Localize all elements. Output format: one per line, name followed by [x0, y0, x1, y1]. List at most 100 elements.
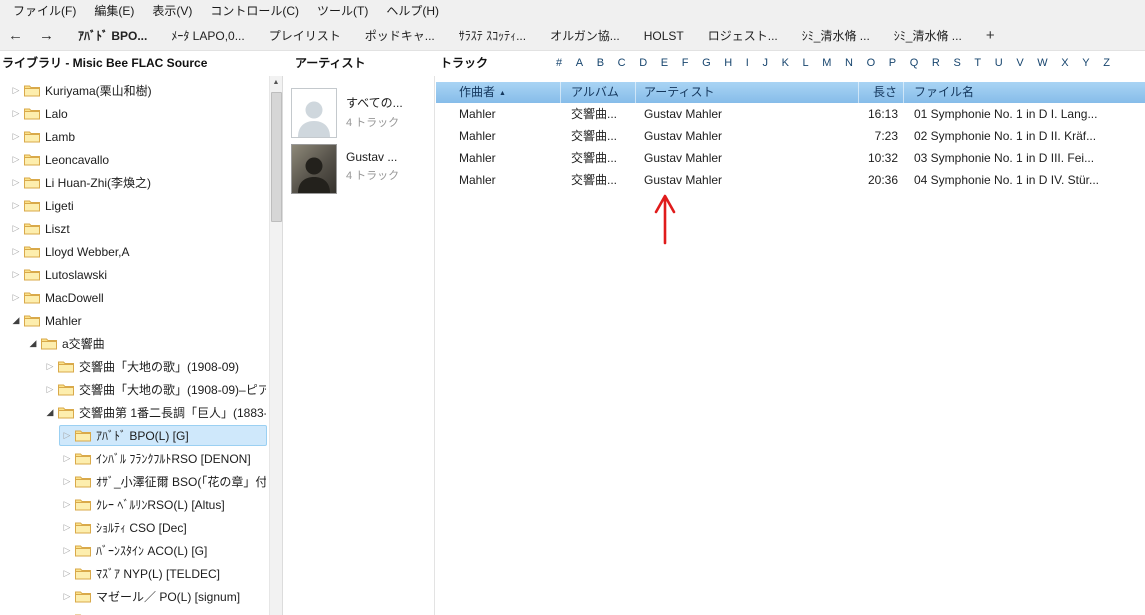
- alphabet-jump-letter[interactable]: U: [995, 51, 1003, 76]
- tree-expander-icon[interactable]: ◢: [9, 315, 23, 326]
- track-row[interactable]: Mahler 交響曲... Gustav Mahler 20:36 04 Sym…: [436, 169, 1145, 191]
- alphabet-jump-letter[interactable]: T: [974, 51, 981, 76]
- tree-row[interactable]: ▷ Liszt: [0, 217, 269, 240]
- tree-row[interactable]: ▷ Leoncavallo: [0, 148, 269, 171]
- tree-row[interactable]: ▷ ｵｻﾞ_小澤征爾 BSO(「花の章」付き): [0, 470, 269, 493]
- tree-row-inner[interactable]: ▷ Leoncavallo: [8, 149, 267, 170]
- tree-expander-icon[interactable]: ▷: [60, 568, 74, 579]
- tree-row[interactable]: ▷ Lamb: [0, 125, 269, 148]
- tree-expander-icon[interactable]: ▷: [9, 154, 23, 165]
- column-header-artist[interactable]: アーティスト: [636, 82, 859, 103]
- tree-row-inner[interactable]: ▷ Liszt: [8, 218, 267, 239]
- tab[interactable]: ロジェスト...: [696, 22, 790, 50]
- tree-row[interactable]: ◢ Mahler: [0, 309, 269, 332]
- tree-expander-icon[interactable]: ▷: [9, 85, 23, 96]
- tree-expander-icon[interactable]: ◢: [26, 338, 40, 349]
- column-header-composer[interactable]: 作曲者 ▲: [436, 82, 561, 103]
- tree-row[interactable]: ▷ Kuriyama(栗山和樹): [0, 79, 269, 102]
- tab[interactable]: ｱﾊﾞﾄﾞ BPO...: [66, 22, 159, 50]
- tree-row[interactable]: ▷ Ligeti: [0, 194, 269, 217]
- library-source-selector[interactable]: ライブラリ - Misic Bee FLAC Source: [2, 51, 207, 76]
- menu-item[interactable]: 表示(V): [143, 0, 201, 22]
- tree-row-inner[interactable]: ▷ Ligeti: [8, 195, 267, 216]
- tree-row-inner[interactable]: ◢ Mahler: [8, 310, 267, 331]
- alphabet-jump-letter[interactable]: K: [782, 51, 789, 76]
- new-tab-button[interactable]: +: [974, 22, 1007, 50]
- tree-expander-icon[interactable]: ▷: [9, 292, 23, 303]
- tab[interactable]: ポッドキャ...: [353, 22, 447, 50]
- tree-row-inner[interactable]: ▷ ﾊﾞｰﾝｽﾀｲﾝ ACO(L) [G]: [59, 540, 267, 561]
- tree-expander-icon[interactable]: ▷: [60, 453, 74, 464]
- tree-row-inner[interactable]: ◢ a交響曲: [25, 333, 267, 354]
- tree-row[interactable]: ▷: [0, 608, 269, 615]
- tree-row-inner[interactable]: ▷ MacDowell: [8, 287, 267, 308]
- tree-expander-icon[interactable]: ▷: [9, 246, 23, 257]
- menu-item[interactable]: ツール(T): [308, 0, 377, 22]
- column-header-length[interactable]: 長さ: [859, 82, 904, 103]
- tree-row[interactable]: ▷ ﾊﾞｰﾝｽﾀｲﾝ ACO(L) [G]: [0, 539, 269, 562]
- tab[interactable]: オルガン協...: [538, 22, 632, 50]
- tree-expander-icon[interactable]: ▷: [60, 522, 74, 533]
- alphabet-jump-letter[interactable]: Q: [910, 51, 919, 76]
- artist-item[interactable]: すべての... 4 トラック: [283, 88, 434, 144]
- tree-expander-icon[interactable]: ▷: [60, 591, 74, 602]
- alphabet-jump-letter[interactable]: H: [724, 51, 732, 76]
- alphabet-jump-letter[interactable]: #: [556, 51, 562, 76]
- alphabet-jump-letter[interactable]: W: [1037, 51, 1047, 76]
- alphabet-jump-letter[interactable]: N: [845, 51, 853, 76]
- alphabet-jump-letter[interactable]: O: [867, 51, 876, 76]
- alphabet-jump-letter[interactable]: L: [803, 51, 809, 76]
- tree-row[interactable]: ◢ 交響曲第 1番二長調「巨人」(1883-8: [0, 401, 269, 424]
- tree-row[interactable]: ◢ a交響曲: [0, 332, 269, 355]
- column-header-filename[interactable]: ファイル名: [904, 82, 1145, 103]
- tree-row[interactable]: ▷ ﾏｽﾞｱ NYP(L) [TELDEC]: [0, 562, 269, 585]
- tab[interactable]: HOLST: [632, 22, 696, 50]
- tree-expander-icon[interactable]: ▷: [60, 499, 74, 510]
- tree-row-inner[interactable]: ▷ 交響曲「大地の歌」(1908-09)–ピア: [42, 379, 267, 400]
- alphabet-jump-letter[interactable]: S: [953, 51, 960, 76]
- scrollbar-up-icon[interactable]: ▲: [270, 76, 282, 90]
- tree-expander-icon[interactable]: ▷: [9, 108, 23, 119]
- alphabet-jump-letter[interactable]: R: [932, 51, 940, 76]
- alphabet-jump-letter[interactable]: A: [576, 51, 583, 76]
- tree-expander-icon[interactable]: ▷: [43, 384, 57, 395]
- tree-row[interactable]: ▷ 交響曲「大地の歌」(1908-09)–ピア: [0, 378, 269, 401]
- back-arrow-icon[interactable]: ←: [8, 22, 23, 50]
- tab[interactable]: プレイリスト: [257, 22, 353, 50]
- tree-row-inner[interactable]: ▷ 交響曲「大地の歌」(1908-09): [42, 356, 267, 377]
- tree-row-inner[interactable]: ▷ ｼｮﾙﾃｨ CSO [Dec]: [59, 517, 267, 538]
- tree-row[interactable]: ▷ Lloyd Webber,A: [0, 240, 269, 263]
- menu-item[interactable]: ファイル(F): [4, 0, 85, 22]
- tree-expander-icon[interactable]: ▷: [60, 430, 74, 441]
- tree-row-inner[interactable]: ▷ Kuriyama(栗山和樹): [8, 80, 267, 101]
- tree-row[interactable]: ▷ ｼｮﾙﾃｨ CSO [Dec]: [0, 516, 269, 539]
- tree-row-inner[interactable]: ▷ Lloyd Webber,A: [8, 241, 267, 262]
- alphabet-jump-letter[interactable]: B: [597, 51, 604, 76]
- alphabet-jump-letter[interactable]: G: [702, 51, 711, 76]
- tree-row-inner[interactable]: ▷: [59, 609, 267, 615]
- alphabet-jump-letter[interactable]: D: [639, 51, 647, 76]
- scrollbar-thumb[interactable]: [271, 92, 282, 222]
- tab[interactable]: ﾒｰﾀ LAPO,0...: [159, 22, 256, 50]
- track-row[interactable]: Mahler 交響曲... Gustav Mahler 16:13 01 Sym…: [436, 103, 1145, 125]
- tree-row[interactable]: ▷ Li Huan-Zhi(李煥之): [0, 171, 269, 194]
- tree-row[interactable]: ▷ ｸﾚｰ ﾍﾞﾙﾘﾝRSO(L) [Altus]: [0, 493, 269, 516]
- tree-expander-icon[interactable]: ▷: [60, 476, 74, 487]
- tree-expander-icon[interactable]: ▷: [9, 223, 23, 234]
- tab[interactable]: ｼﾐ_清水脩 ...: [882, 22, 974, 50]
- tree-expander-icon[interactable]: ▷: [9, 131, 23, 142]
- tab[interactable]: ｻﾗｽﾃ ｽｺｯﾃｨ...: [447, 22, 538, 50]
- menu-item[interactable]: コントロール(C): [201, 0, 308, 22]
- alphabet-jump-letter[interactable]: Y: [1082, 51, 1089, 76]
- track-panel-header[interactable]: トラック: [440, 51, 488, 76]
- alphabet-jump-letter[interactable]: Z: [1103, 51, 1110, 76]
- tree-expander-icon[interactable]: ◢: [43, 407, 57, 418]
- artist-item[interactable]: Gustav ... 4 トラック: [283, 144, 434, 200]
- menu-item[interactable]: 編集(E): [85, 0, 143, 22]
- tree-row-inner[interactable]: ▷ Lalo: [8, 103, 267, 124]
- tree-row[interactable]: ▷ Lutoslawski: [0, 263, 269, 286]
- alphabet-jump-letter[interactable]: C: [618, 51, 626, 76]
- tree-row-inner[interactable]: ▷ Li Huan-Zhi(李煥之): [8, 172, 267, 193]
- tree-row[interactable]: ▷ MacDowell: [0, 286, 269, 309]
- artist-panel-header[interactable]: アーティスト: [295, 51, 366, 76]
